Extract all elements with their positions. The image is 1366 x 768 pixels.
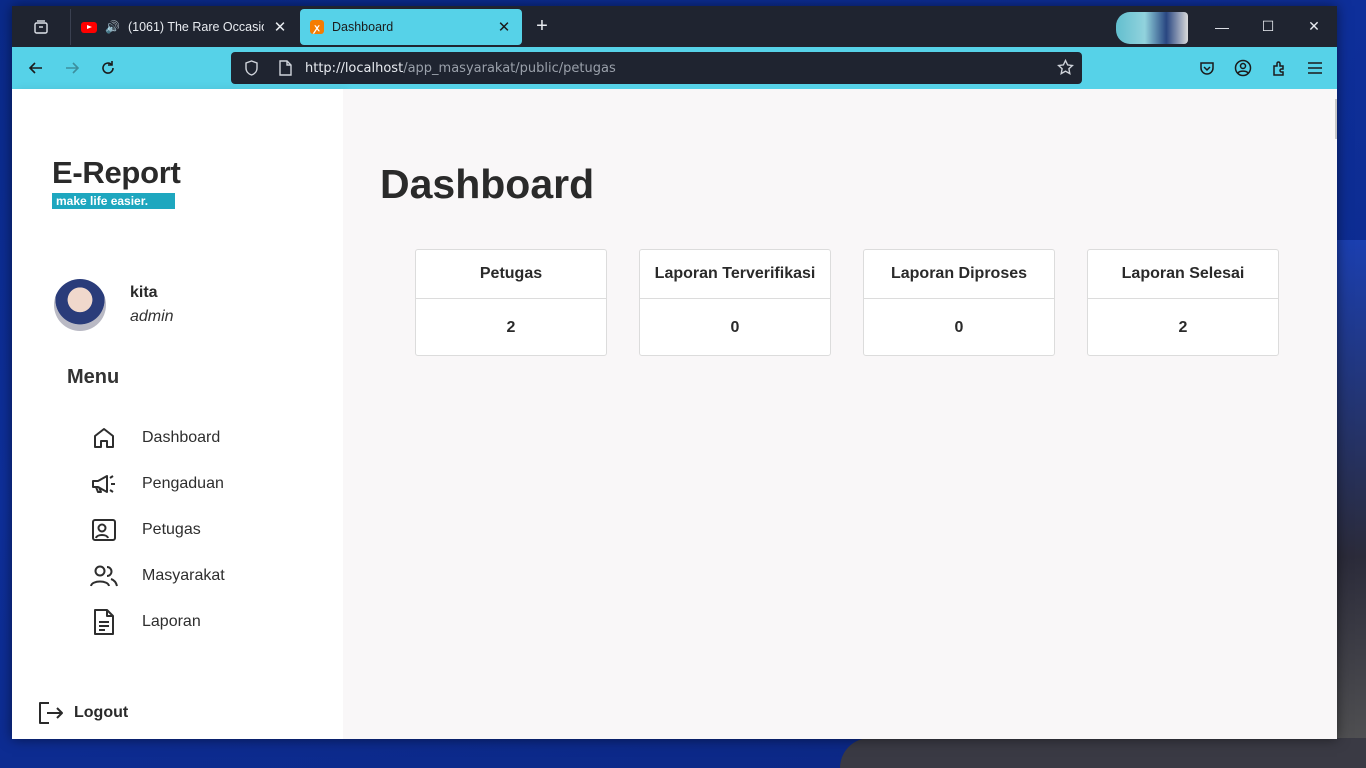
logout-button[interactable]: Logout — [38, 701, 128, 725]
user-name: kita — [130, 284, 158, 301]
speaker-icon[interactable]: 🔊 — [105, 20, 120, 34]
tab-title: (1061) The Rare Occasions | — [127, 20, 264, 34]
users-icon — [90, 562, 118, 590]
bookmark-star-icon[interactable] — [1057, 58, 1074, 79]
sidebar-item-pengaduan[interactable]: Pengaduan — [90, 461, 225, 507]
menu-title: Menu — [67, 366, 120, 388]
menu-hamburger-icon[interactable] — [1297, 47, 1333, 89]
stat-card-diproses: Laporan Diproses 0 — [863, 249, 1055, 356]
logout-icon — [39, 702, 63, 724]
extensions-icon[interactable] — [1261, 47, 1297, 89]
user-role: admin — [130, 308, 174, 325]
stat-card-selesai: Laporan Selesai 2 — [1087, 249, 1279, 356]
minimize-icon[interactable]: — — [1199, 6, 1245, 47]
stats-cards: Petugas 2 Laporan Terverifikasi 0 Lapora… — [415, 249, 1279, 356]
avatar — [54, 279, 106, 331]
new-tab-button[interactable]: + — [522, 15, 562, 38]
sidebar-item-label: Petugas — [142, 521, 201, 538]
main-content: Dashboard Petugas 2 Laporan Terverifikas… — [343, 89, 1337, 739]
brand: E-Report make life easier. — [52, 155, 181, 210]
stat-card-value: 0 — [954, 318, 964, 336]
page-info-icon[interactable] — [271, 60, 299, 76]
document-icon — [90, 608, 118, 636]
user-profile: kita admin — [54, 279, 174, 331]
back-button[interactable] — [18, 52, 54, 84]
sidebar-menu: Dashboard Pengaduan Petugas Masyarakat L… — [90, 415, 225, 645]
stat-card-value: 2 — [1178, 318, 1188, 336]
megaphone-icon — [90, 470, 118, 498]
url-path: /app_masyarakat/public/petugas — [403, 60, 616, 76]
close-tab-icon[interactable]: ✕ — [496, 18, 512, 36]
theme-decoration — [1116, 12, 1188, 44]
page-title: Dashboard — [380, 161, 595, 207]
close-window-icon[interactable]: ✕ — [1291, 6, 1337, 47]
close-tab-icon[interactable]: ✕ — [272, 18, 288, 36]
account-icon[interactable] — [1225, 47, 1261, 89]
reload-icon — [102, 61, 114, 74]
toolbar-right — [1189, 47, 1337, 89]
back-arrow-icon — [28, 62, 42, 74]
browser-window: 🔊 (1061) The Rare Occasions | ✕ ꭗ Dashbo… — [12, 6, 1337, 739]
address-bar[interactable]: http://localhost/app_masyarakat/public/p… — [231, 52, 1082, 84]
tab-strip: 🔊 (1061) The Rare Occasions | ✕ ꭗ Dashbo… — [12, 6, 1337, 47]
forward-arrow-icon — [66, 62, 80, 74]
xampp-icon: ꭗ — [310, 20, 324, 34]
sidebar-item-laporan[interactable]: Laporan — [90, 599, 225, 645]
id-card-icon — [90, 516, 118, 544]
navigation-toolbar: http://localhost/app_masyarakat/public/p… — [12, 47, 1337, 89]
sidebar-item-label: Masyarakat — [142, 567, 225, 584]
sidebar: E-Report make life easier. kita admin Me… — [12, 89, 343, 739]
sidebar-item-petugas[interactable]: Petugas — [90, 507, 225, 553]
tracking-protection-icon[interactable] — [237, 60, 265, 76]
sidebar-item-masyarakat[interactable]: Masyarakat — [90, 553, 225, 599]
forward-button[interactable] — [54, 52, 90, 84]
tab-overview-icon — [34, 19, 48, 34]
stat-card-petugas: Petugas 2 — [415, 249, 607, 356]
reload-button[interactable] — [90, 52, 126, 84]
brand-tagline: make life easier. — [52, 193, 175, 209]
tab-overview-button[interactable] — [12, 6, 70, 47]
tab-youtube[interactable]: 🔊 (1061) The Rare Occasions | ✕ — [70, 9, 298, 45]
logout-label: Logout — [74, 704, 129, 721]
maximize-icon[interactable]: ☐ — [1245, 6, 1291, 47]
stat-card-label: Laporan Diproses — [864, 250, 1054, 299]
stat-card-label: Laporan Terverifikasi — [640, 250, 830, 299]
url-host: http://localhost — [305, 60, 404, 76]
url-text[interactable]: http://localhost/app_masyarakat/public/p… — [305, 61, 616, 76]
scrollbar[interactable] — [1335, 99, 1337, 139]
sidebar-item-label: Laporan — [142, 613, 201, 630]
stat-card-value: 2 — [506, 318, 516, 336]
sidebar-item-label: Pengaduan — [142, 475, 224, 492]
stat-card-terverifikasi: Laporan Terverifikasi 0 — [639, 249, 831, 356]
stat-card-label: Laporan Selesai — [1088, 250, 1278, 299]
sidebar-item-label: Dashboard — [142, 429, 221, 446]
brand-title: E-Report — [52, 155, 181, 190]
tab-title: Dashboard — [332, 20, 394, 34]
sidebar-item-dashboard[interactable]: Dashboard — [90, 415, 225, 461]
web-page: E-Report make life easier. kita admin Me… — [12, 89, 1337, 739]
stat-card-label: Petugas — [416, 250, 606, 299]
tab-dashboard[interactable]: ꭗ Dashboard ✕ — [300, 9, 522, 45]
desktop-wallpaper-bottom — [840, 738, 1366, 768]
pocket-icon[interactable] — [1189, 47, 1225, 89]
stat-card-value: 0 — [730, 318, 740, 336]
home-icon — [90, 424, 118, 452]
youtube-icon — [81, 21, 97, 33]
window-controls: — ☐ ✕ — [1199, 6, 1337, 47]
